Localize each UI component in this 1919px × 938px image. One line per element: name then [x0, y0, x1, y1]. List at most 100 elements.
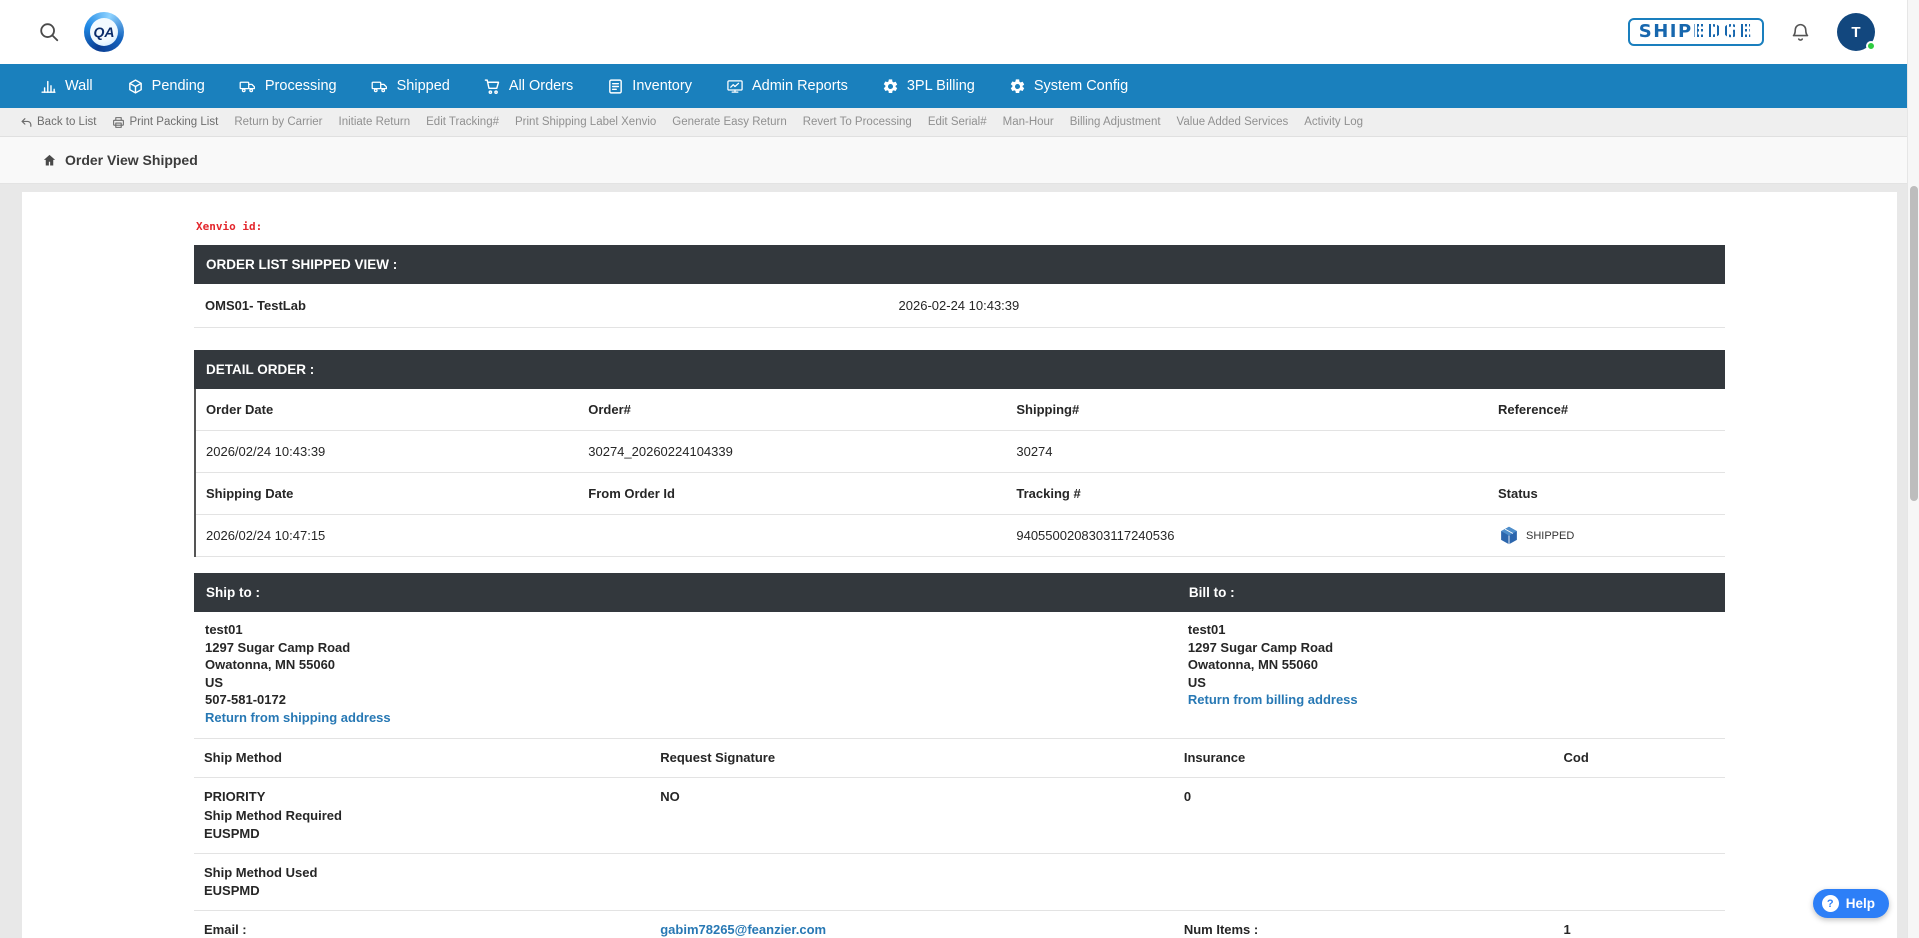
user-avatar[interactable]: T — [1837, 13, 1875, 51]
insurance-header: Insurance — [1174, 739, 1554, 777]
help-button[interactable]: ? Help — [1813, 889, 1889, 918]
section-header-label: DETAIL ORDER : — [206, 362, 314, 377]
generate-easy-return-button[interactable]: Generate Easy Return — [672, 116, 786, 128]
order-number-header: Order# — [578, 392, 1006, 427]
cod-header: Cod — [1554, 739, 1725, 777]
qa-logo[interactable]: QA — [84, 12, 124, 52]
toolbar-label: Print Packing List — [129, 116, 218, 128]
ship-to-country: US — [205, 674, 1177, 692]
nav-item-wall[interactable]: Wall — [40, 78, 93, 95]
return-from-billing-address-link[interactable]: Return from billing address — [1188, 691, 1725, 709]
nav-item-processing[interactable]: Processing — [239, 78, 337, 95]
reference-header: Reference# — [1488, 392, 1725, 427]
reference-value — [1488, 442, 1725, 462]
nav-item-admin-reports[interactable]: Admin Reports — [726, 78, 848, 95]
nav-label: Admin Reports — [752, 78, 848, 94]
activity-log-button[interactable]: Activity Log — [1304, 116, 1363, 128]
num-items-value: 1 — [1554, 911, 1725, 938]
warehouse-row: OMS01- TestLab 2026-02-24 10:43:39 — [194, 284, 1725, 328]
order-date-value: 2026/02/24 10:43:39 — [196, 434, 578, 469]
billing-adjustment-button[interactable]: Billing Adjustment — [1070, 116, 1161, 128]
return-by-carrier-button[interactable]: Return by Carrier — [234, 116, 322, 128]
search-icon[interactable] — [38, 21, 60, 43]
bill-to-name: test01 — [1188, 621, 1725, 639]
edit-serial-button[interactable]: Edit Serial# — [928, 116, 987, 128]
pending-box-icon — [127, 78, 144, 95]
scrollbar-thumb[interactable] — [1910, 186, 1918, 501]
xenvio-id-label: Xenvio id: — [196, 220, 1725, 233]
detail-order-header: DETAIL ORDER : — [194, 350, 1725, 389]
ship-to-street: 1297 Sugar Camp Road — [205, 639, 1177, 657]
initiate-return-button[interactable]: Initiate Return — [339, 116, 411, 128]
bill-to-address: test01 1297 Sugar Camp Road Owatonna, MN… — [1177, 621, 1725, 726]
help-question-icon: ? — [1822, 895, 1839, 912]
value-added-services-button[interactable]: Value Added Services — [1177, 116, 1289, 128]
vertical-scrollbar — [1907, 0, 1919, 938]
notifications-bell-icon[interactable] — [1790, 22, 1811, 43]
ship-method-cell: PRIORITY Ship Method Required EUSPMD — [194, 778, 650, 853]
email-row: Email : gabim78265@feanzier.com Num Item… — [194, 911, 1725, 938]
cart-icon — [484, 78, 501, 95]
order-card: Xenvio id: ORDER LIST SHIPPED VIEW : OMS… — [22, 192, 1897, 938]
nav-label: All Orders — [509, 78, 573, 94]
ship-method-value-row: PRIORITY Ship Method Required EUSPMD NO … — [194, 778, 1725, 854]
warehouse-name: OMS01- TestLab — [194, 298, 888, 313]
return-from-shipping-address-link[interactable]: Return from shipping address — [205, 709, 1177, 727]
toolbar-label: Return by Carrier — [234, 116, 322, 128]
ship-to-address: test01 1297 Sugar Camp Road Owatonna, MN… — [194, 621, 1177, 726]
status-badge: SHIPPED — [1526, 530, 1574, 542]
nav-label: 3PL Billing — [907, 78, 975, 94]
edit-tracking-button[interactable]: Edit Tracking# — [426, 116, 499, 128]
back-to-list-button[interactable]: Back to List — [20, 116, 96, 129]
print-shipping-label-xenvio-button[interactable]: Print Shipping Label Xenvio — [515, 116, 656, 128]
from-order-id-value — [578, 526, 1006, 546]
toolbar-label: Billing Adjustment — [1070, 116, 1161, 128]
toolbar-label: Print Shipping Label Xenvio — [515, 116, 656, 128]
nav-item-inventory[interactable]: Inventory — [607, 78, 692, 95]
order-date-header: Order Date — [196, 392, 578, 427]
nav-item-system-config[interactable]: System Config — [1009, 78, 1128, 95]
ship-method-required-value: EUSPMD — [204, 825, 644, 843]
email-label: Email : — [194, 911, 650, 938]
order-actions-toolbar: Back to List Print Packing List Return b… — [0, 108, 1919, 137]
nav-label: Wall — [65, 78, 93, 94]
toolbar-label: Back to List — [37, 116, 96, 128]
nav-label: Shipped — [397, 78, 450, 94]
request-signature-value: NO — [650, 778, 1174, 853]
num-items-label: Num Items : — [1174, 911, 1554, 938]
nav-item-all-orders[interactable]: All Orders — [484, 78, 573, 95]
ship-to-name: test01 — [205, 621, 1177, 639]
insurance-value: 0 — [1174, 778, 1554, 853]
ship-method-used-cell: Ship Method Used EUSPMD — [194, 854, 650, 910]
nav-item-3pl-billing[interactable]: 3PL Billing — [882, 78, 975, 95]
main-nav: Wall Pending Processing Shipped All Orde… — [0, 64, 1919, 108]
top-bar: QA SHIPEDGE T — [0, 0, 1919, 64]
shipped-truck-icon — [371, 78, 389, 95]
processing-truck-icon — [239, 78, 257, 95]
table-row: 2026/02/24 10:47:15 94055002083031172405… — [196, 515, 1725, 557]
print-packing-list-button[interactable]: Print Packing List — [112, 116, 218, 129]
nav-item-shipped[interactable]: Shipped — [371, 78, 450, 95]
nav-item-pending[interactable]: Pending — [127, 78, 205, 95]
ship-method-used-label: Ship Method Used — [204, 864, 644, 882]
bill-to-city: Owatonna, MN 55060 — [1188, 656, 1725, 674]
home-icon[interactable] — [42, 153, 57, 168]
man-hour-button[interactable]: Man-Hour — [1003, 116, 1054, 128]
revert-to-processing-button[interactable]: Revert To Processing — [803, 116, 912, 128]
online-status-dot — [1866, 41, 1876, 51]
shipping-number-header: Shipping# — [1006, 392, 1488, 427]
email-link[interactable]: gabim78265@feanzier.com — [660, 922, 826, 937]
tracking-header: Tracking # — [1006, 476, 1488, 511]
breadcrumb: Order View Shipped — [0, 137, 1919, 184]
section-header-label: ORDER LIST SHIPPED VIEW : — [206, 257, 397, 272]
cod-value — [1554, 778, 1725, 853]
toolbar-label: Man-Hour — [1003, 116, 1054, 128]
back-arrow-icon — [20, 116, 33, 129]
toolbar-label: Value Added Services — [1177, 116, 1289, 128]
config-gear-icon — [1009, 78, 1026, 95]
shipedge-logo[interactable]: SHIPEDGE — [1628, 18, 1764, 46]
printer-icon — [112, 116, 125, 129]
reports-monitor-icon — [726, 78, 744, 95]
order-detail-table: Order Date Order# Shipping# Reference# 2… — [194, 389, 1725, 557]
nav-label: Pending — [152, 78, 205, 94]
